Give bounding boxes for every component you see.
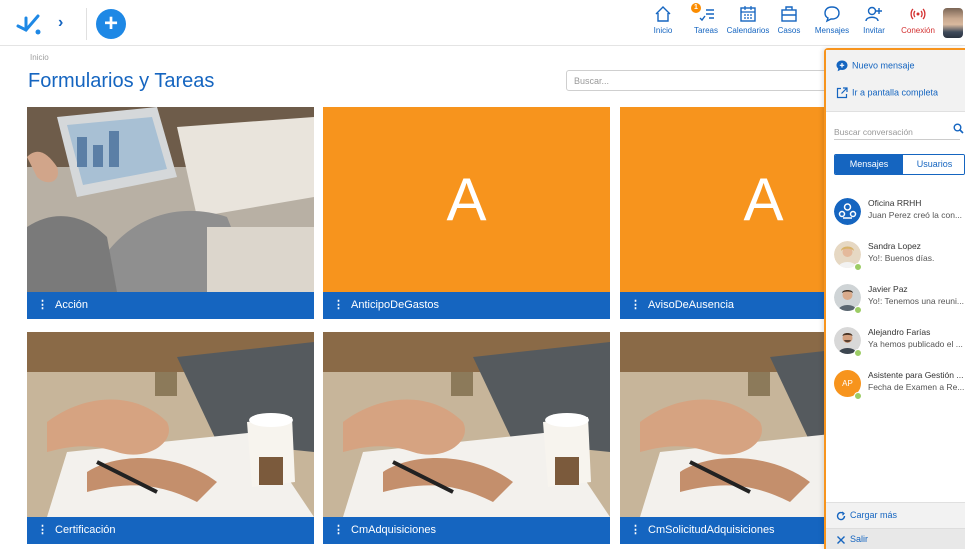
close-icon xyxy=(837,535,845,544)
card-letter-tile: A xyxy=(323,107,610,292)
office-photo xyxy=(27,107,314,292)
conversation-item[interactable]: AP Asistente para Gestión ... Fecha de E… xyxy=(834,368,965,402)
nav-mensajes[interactable]: Mensajes xyxy=(811,5,853,43)
card-label: CmSolicitudAdquisiciones xyxy=(648,524,775,536)
conversation-name: Oficina RRHH xyxy=(868,198,922,208)
top-bar: › + Inicio 1 Tareas Calendarios Casos Me… xyxy=(0,0,965,46)
tab-mensajes[interactable]: Mensajes xyxy=(835,155,903,174)
tasks-badge: 1 xyxy=(691,3,701,13)
card-label: Acción xyxy=(55,299,89,311)
search-icon[interactable] xyxy=(953,123,964,134)
conversation-name: Sandra Lopez xyxy=(868,241,921,251)
more-vert-icon[interactable]: ⋮ xyxy=(333,292,344,319)
conversation-item[interactable]: Oficina RRHH Juan Perez creó la con... xyxy=(834,196,965,230)
new-message-label: Nuevo mensaje xyxy=(852,60,915,71)
form-card[interactable]: ⋮ CmAdquisiciones xyxy=(323,332,610,544)
card-label: AnticipoDeGastos xyxy=(351,299,440,311)
form-card[interactable]: ⋮ Certificación xyxy=(27,332,314,544)
panel-footer-load: Cargar más xyxy=(826,502,965,528)
nav-invitar[interactable]: Invitar xyxy=(860,5,888,43)
writing-photo xyxy=(323,332,610,517)
conversation-preview: Juan Perez creó la con... xyxy=(868,210,963,220)
calendar-icon xyxy=(740,6,756,22)
add-button[interactable]: + xyxy=(96,9,126,39)
conversation-name: Javier Paz xyxy=(868,284,908,294)
panel-footer-exit: Salir xyxy=(826,528,965,549)
load-more-button[interactable]: Cargar más xyxy=(836,510,897,521)
chevron-right-icon[interactable]: › xyxy=(58,14,70,32)
avatar-initials: AP xyxy=(842,379,853,388)
divider xyxy=(86,8,87,40)
exit-label: Salir xyxy=(850,534,869,544)
message-icon xyxy=(824,6,840,23)
tab-usuarios[interactable]: Usuarios xyxy=(903,155,964,174)
nav-casos-label: Casos xyxy=(777,26,801,35)
conversation-preview: Yo!: Buenos días. xyxy=(868,253,935,263)
group-icon xyxy=(834,198,861,225)
nav-inicio[interactable]: Inicio xyxy=(651,5,675,43)
messages-panel: Nuevo mensaje Ir a pantalla completa Men… xyxy=(824,48,965,549)
nav-calendarios[interactable]: Calendarios xyxy=(725,5,771,43)
nav-mensajes-label: Mensajes xyxy=(814,26,850,35)
nav-calendarios-label: Calendarios xyxy=(726,26,770,35)
online-status-icon xyxy=(854,349,862,357)
conversation-search-input[interactable] xyxy=(834,124,960,140)
app-logo-icon[interactable] xyxy=(14,10,42,38)
chat-add-icon xyxy=(836,60,848,72)
nav-inicio-label: Inicio xyxy=(653,26,673,35)
conversation-preview: Fecha de Examen a Re... xyxy=(868,382,965,392)
full-screen-button[interactable]: Ir a pantalla completa xyxy=(836,87,938,99)
card-footer: ⋮ AnticipoDeGastos xyxy=(323,292,610,319)
connection-icon xyxy=(910,8,926,20)
exit-button[interactable]: Salir xyxy=(836,534,868,545)
more-vert-icon[interactable]: ⋮ xyxy=(37,517,48,544)
form-card[interactable]: A ⋮ AnticipoDeGastos xyxy=(323,107,610,319)
conversation-item[interactable]: Javier Paz Yo!: Tenemos una reuni... xyxy=(834,282,965,316)
online-status-icon xyxy=(854,306,862,314)
nav-casos[interactable]: Casos xyxy=(777,5,801,43)
form-card[interactable]: ⋮ Acción xyxy=(27,107,314,319)
conversation-preview: Ya hemos publicado el ... xyxy=(868,339,963,349)
nav-tareas-label: Tareas xyxy=(693,26,718,35)
breadcrumb[interactable]: Inicio xyxy=(30,53,49,62)
nav-tareas[interactable]: 1 Tareas xyxy=(691,3,721,43)
panel-tabs: Mensajes Usuarios xyxy=(834,154,965,175)
online-status-icon xyxy=(854,392,862,400)
open-external-icon xyxy=(836,87,848,99)
card-footer: ⋮ Certificación xyxy=(27,517,314,544)
online-status-icon xyxy=(854,263,862,271)
load-more-label: Cargar más xyxy=(850,510,898,520)
conversation-item[interactable]: Sandra Lopez Yo!: Buenos días. xyxy=(834,239,965,273)
panel-header: Nuevo mensaje Ir a pantalla completa xyxy=(826,50,965,112)
conversation-preview: Yo!: Tenemos una reuni... xyxy=(868,296,964,306)
more-vert-icon[interactable]: ⋮ xyxy=(630,292,641,319)
card-footer: ⋮ CmAdquisiciones xyxy=(323,517,610,544)
card-label: CmAdquisiciones xyxy=(351,524,436,536)
search-input[interactable] xyxy=(566,70,828,91)
home-icon xyxy=(655,6,671,22)
more-vert-icon[interactable]: ⋮ xyxy=(333,517,344,544)
writing-photo xyxy=(27,332,314,517)
conversation-name: Alejandro Farías xyxy=(868,327,931,337)
nav-conexion-label: Conexión xyxy=(901,26,935,35)
full-screen-label: Ir a pantalla completa xyxy=(852,87,939,98)
nav-conexion[interactable]: Conexión xyxy=(898,5,938,43)
more-vert-icon[interactable]: ⋮ xyxy=(37,292,48,319)
nav-invitar-label: Invitar xyxy=(863,26,885,35)
refresh-icon xyxy=(836,511,846,520)
invite-icon xyxy=(865,6,882,22)
more-vert-icon[interactable]: ⋮ xyxy=(630,517,641,544)
conversation-name: Asistente para Gestión ... xyxy=(868,370,964,380)
new-message-button[interactable]: Nuevo mensaje xyxy=(836,60,915,72)
briefcase-icon xyxy=(781,6,797,22)
card-label: AvisoDeAusencia xyxy=(648,299,735,311)
user-avatar[interactable] xyxy=(943,8,963,38)
card-footer: ⋮ Acción xyxy=(27,292,314,319)
card-label: Certificación xyxy=(55,524,116,536)
conversation-item[interactable]: Alejandro Farías Ya hemos publicado el .… xyxy=(834,325,965,359)
page-title: Formularios y Tareas xyxy=(28,70,215,92)
